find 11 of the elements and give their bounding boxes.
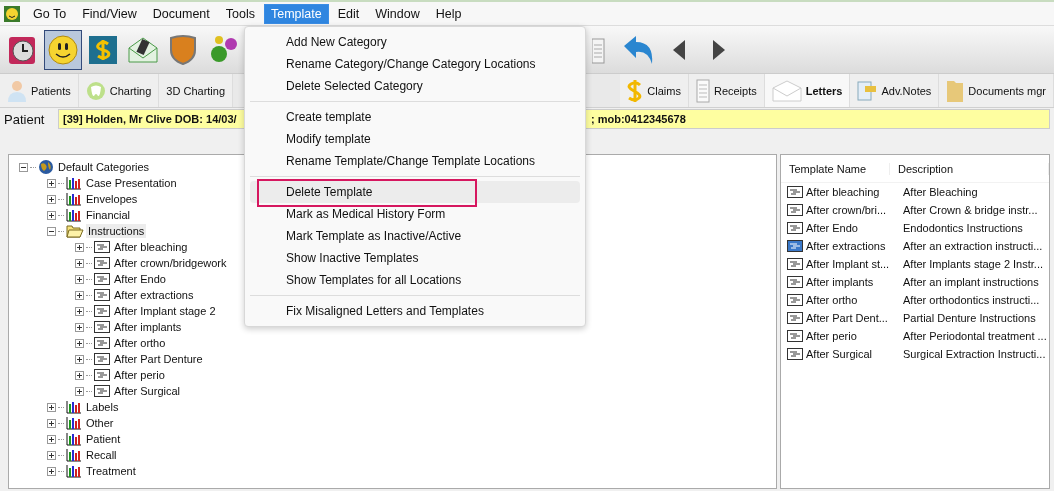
- table-cell-text: After orthodontics instructi...: [903, 294, 1041, 306]
- patient-label: Patient: [4, 111, 46, 127]
- table-cell-text: After Bleaching: [903, 186, 979, 198]
- table-cell-text: Surgical Extraction Instructi...: [903, 348, 1047, 360]
- table-cell-text: After an implant instructions: [903, 276, 1040, 288]
- table-cell-text: After Implants stage 2 Instr...: [903, 258, 1044, 270]
- table-cell-text: Partial Denture Instructions: [903, 312, 1037, 324]
- table-cell-text: After an extraction instructi...: [903, 240, 1044, 252]
- table-cell-text: After Crown & bridge instr...: [903, 204, 1039, 216]
- table-cell-text: Endodontics Instructions: [903, 222, 1024, 234]
- table-cell-text: After Periodontal treatment ...: [903, 330, 1048, 342]
